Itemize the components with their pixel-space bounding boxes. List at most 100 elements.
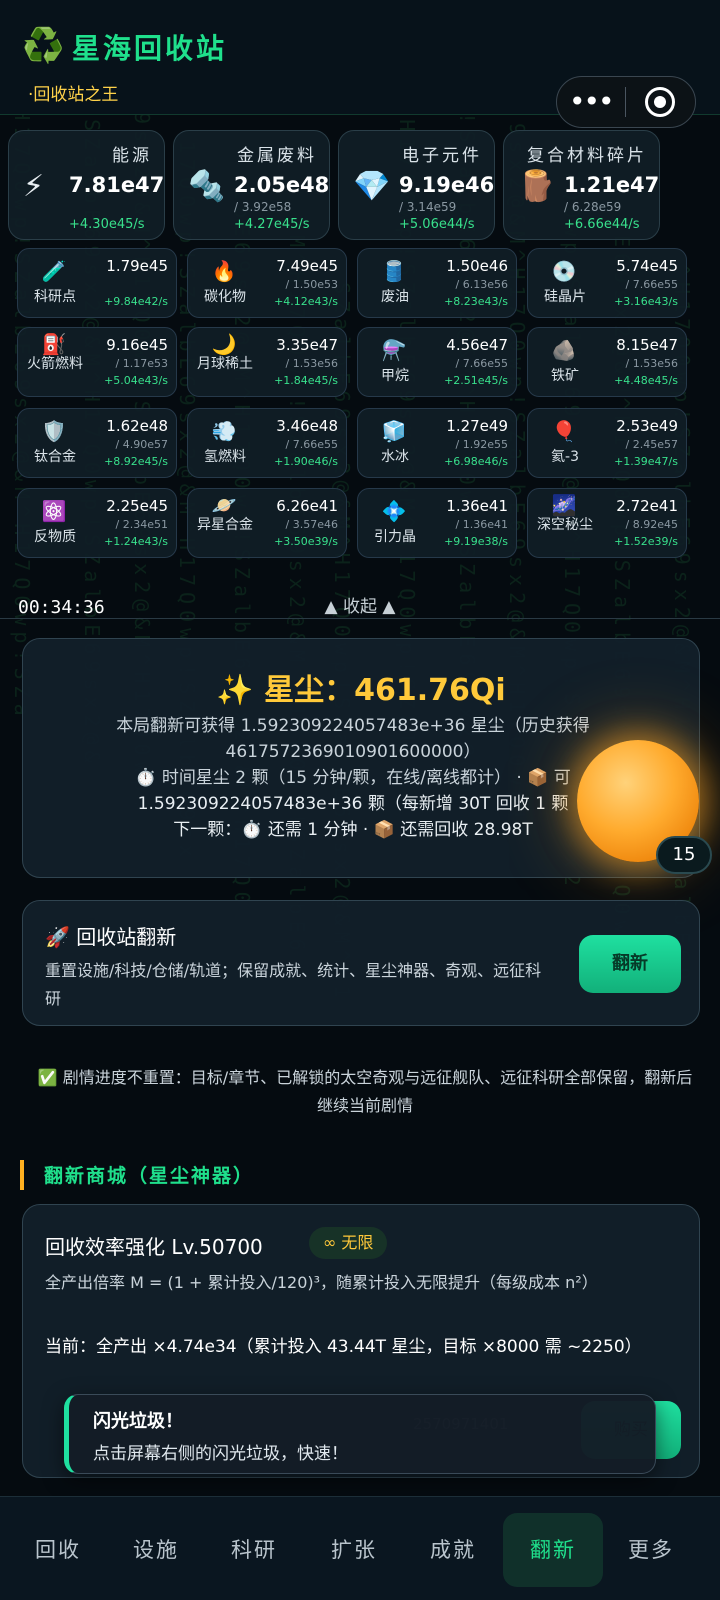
resource-capacity: / 7.66e55 xyxy=(455,357,508,370)
resource-rate: +5.04e43/s xyxy=(104,374,168,387)
resource-rate: +1.90e46/s xyxy=(274,455,338,468)
story-progress-note: ✅ 剧情进度不重置：目标/章节、已解锁的太空奇观与远征舰队、远征科研全部保留，翻… xyxy=(37,1068,693,1115)
resource-value: 8.15e47 xyxy=(616,336,678,354)
resource-rate: +3.16e43/s xyxy=(614,295,678,308)
resource-icon: ⚗️ xyxy=(381,338,407,362)
reset-card: 🚀 回收站翻新 重置设施/科技/仓储/轨道；保留成就、统计、星尘神器、奇观、远征… xyxy=(22,900,700,1026)
resource-icon: 💨 xyxy=(211,419,237,443)
resource-name: 深空秘尘 xyxy=(537,517,593,533)
resource-icon: 💎 xyxy=(353,169,391,204)
time-stardust-line: ⏱️ 时间星尘 2 颗（15 分钟/颗，在线/离线都计） · 📦 可 xyxy=(135,768,571,788)
resource-name: 废油 xyxy=(381,289,409,305)
primary-resource-card[interactable]: 🪵 复合材料碎片 1.21e47 / 6.28e59 +6.66e44/s xyxy=(503,130,660,240)
resource-icon: ⚛️ xyxy=(41,499,67,523)
resource-cell[interactable]: 🪐 异星合金 6.26e41 / 3.57e46 +3.50e39/s xyxy=(187,488,347,558)
recycle-icon: ♻️ xyxy=(22,26,65,66)
section-accent-bar xyxy=(20,1160,24,1190)
resource-rate: +6.98e46/s xyxy=(444,455,508,468)
resource-value: 1.50e46 xyxy=(446,257,508,275)
resource-icon: 🔩 xyxy=(188,169,226,204)
resource-value: 9.19e46 xyxy=(399,173,495,197)
resource-value: 1.79e45 xyxy=(106,257,168,275)
resource-name: 科研点 xyxy=(34,289,76,305)
resource-name: 金属废料 xyxy=(237,146,317,166)
resource-cell[interactable]: ⛽ 火箭燃料 9.16e45 / 1.17e53 +5.04e43/s xyxy=(17,327,177,397)
resource-rate: +1.84e45/s xyxy=(274,374,338,387)
primary-resource-card[interactable]: 💎 电子元件 9.19e46 / 3.14e59 +5.06e44/s xyxy=(338,130,495,240)
resource-icon: 🪨 xyxy=(551,338,577,362)
nav-tab[interactable]: 扩张 xyxy=(304,1513,404,1587)
resource-cell[interactable]: 🎈 氦-3 2.53e49 / 2.45e57 +1.39e47/s xyxy=(527,408,687,478)
resource-name: 能源 xyxy=(112,146,152,166)
resource-name: 甲烷 xyxy=(381,368,409,384)
resource-cell[interactable]: 🌙 月球稀土 3.35e47 / 1.53e56 +1.84e45/s xyxy=(187,327,347,397)
resource-name: 铁矿 xyxy=(551,368,579,384)
resource-cell[interactable]: 🌌 深空秘尘 2.72e41 / 8.92e45 +1.52e39/s xyxy=(527,488,687,558)
resource-capacity: / 1.53e56 xyxy=(625,357,678,370)
more-menu-button[interactable]: ••• xyxy=(557,88,625,116)
resource-value: 1.62e48 xyxy=(106,417,168,435)
app-header: ♻️ 星海回收站 ·回收站之王 ••• xyxy=(0,0,720,128)
resource-capacity: / 7.66e55 xyxy=(625,278,678,291)
resource-rate: +1.39e47/s xyxy=(614,455,678,468)
resource-cell[interactable]: 💠 引力晶 1.36e41 / 1.36e41 +9.19e38/s xyxy=(357,488,517,558)
nav-tab[interactable]: 成就 xyxy=(403,1513,503,1587)
resource-capacity: / 7.66e55 xyxy=(285,438,338,451)
reset-button[interactable]: 翻新 xyxy=(579,935,681,993)
resource-icon: 🧊 xyxy=(381,419,407,443)
resource-icon: 🔥 xyxy=(211,259,237,283)
resource-icon: 💠 xyxy=(381,499,407,523)
resource-cell[interactable]: 🪨 铁矿 8.15e47 / 1.53e56 +4.48e45/s xyxy=(527,327,687,397)
resource-name: 碳化物 xyxy=(204,289,246,305)
resource-value: 7.81e47 xyxy=(69,173,165,197)
app-title: 星海回收站 xyxy=(72,32,228,65)
divider xyxy=(0,618,720,619)
upgrade-description: 全产出倍率 M = (1 + 累计投入/120)³，随累计投入无限提升（每级成本… xyxy=(45,1273,598,1292)
resource-cell[interactable]: 🧊 水冰 1.27e49 / 1.92e55 +6.98e46/s xyxy=(357,408,517,478)
nav-tab[interactable]: 回收 xyxy=(8,1513,108,1587)
resource-icon: 🪵 xyxy=(518,169,556,204)
resource-capacity: / 6.28e59 xyxy=(564,200,622,214)
resource-name: 引力晶 xyxy=(374,529,416,545)
resource-capacity: / 1.17e53 xyxy=(115,357,168,370)
resource-icon: 🎈 xyxy=(551,419,577,443)
upgrade-title: 回收效率强化 Lv.50700 xyxy=(45,1235,263,1259)
close-miniapp-button[interactable] xyxy=(626,87,696,117)
resource-rate: +9.19e38/s xyxy=(444,535,508,548)
resource-capacity: / 4.90e57 xyxy=(115,438,168,451)
resource-name: 复合材料碎片 xyxy=(527,146,647,166)
resource-capacity: / 8.92e45 xyxy=(625,518,678,531)
primary-resource-card[interactable]: 🔩 金属废料 2.05e48 / 3.92e58 +4.27e45/s xyxy=(173,130,330,240)
resource-cell[interactable]: 💨 氢燃料 3.46e48 / 7.66e55 +1.90e46/s xyxy=(187,408,347,478)
resource-name: 水冰 xyxy=(381,449,409,465)
resource-name: 氦-3 xyxy=(551,449,579,465)
resource-cell[interactable]: 🧪 科研点 1.79e45 +9.84e42/s xyxy=(17,248,177,318)
nav-tab[interactable]: 设施 xyxy=(106,1513,206,1587)
resource-value: 1.21e47 xyxy=(564,173,660,197)
nav-tab[interactable]: 更多 xyxy=(601,1513,701,1587)
resource-name: 异星合金 xyxy=(197,517,253,533)
resource-value: 1.36e41 xyxy=(446,497,508,515)
target-icon xyxy=(645,87,676,117)
reset-title: 🚀 回收站翻新 xyxy=(45,925,177,949)
toast-message: 点击屏幕右侧的闪光垃圾，快速！ xyxy=(93,1444,348,1464)
resource-cell[interactable]: ⚗️ 甲烷 4.56e47 / 7.66e55 +2.51e45/s xyxy=(357,327,517,397)
resource-cell[interactable]: 🛡️ 钛合金 1.62e48 / 4.90e57 +8.92e45/s xyxy=(17,408,177,478)
resource-name: 氢燃料 xyxy=(204,449,246,465)
nav-tab[interactable]: 科研 xyxy=(204,1513,304,1587)
resource-cell[interactable]: 🛢️ 废油 1.50e46 / 6.13e56 +8.23e43/s xyxy=(357,248,517,318)
resource-value: 5.74e45 xyxy=(616,257,678,275)
collapse-toggle[interactable]: ▲ 收起 ▲ xyxy=(0,592,720,617)
resource-value: 9.16e45 xyxy=(106,336,168,354)
resource-name: 月球稀土 xyxy=(197,356,253,372)
resource-cell[interactable]: 💿 硅晶片 5.74e45 / 7.66e55 +3.16e43/s xyxy=(527,248,687,318)
resource-capacity: / 1.92e55 xyxy=(455,438,508,451)
resource-value: 3.35e47 xyxy=(276,336,338,354)
nav-tab[interactable]: 翻新 xyxy=(503,1513,603,1587)
resource-cell[interactable]: 🔥 碳化物 7.49e45 / 1.50e53 +4.12e43/s xyxy=(187,248,347,318)
flash-trash-toast[interactable]: 闪光垃圾！ 点击屏幕右侧的闪光垃圾，快速！ xyxy=(64,1394,656,1474)
resource-rate: +8.92e45/s xyxy=(104,455,168,468)
primary-resource-card[interactable]: ⚡ 能源 7.81e47 +4.30e45/s xyxy=(8,130,165,240)
resource-icon: ⛽ xyxy=(41,332,67,356)
resource-cell[interactable]: ⚛️ 反物质 2.25e45 / 2.34e51 +1.24e43/s xyxy=(17,488,177,558)
